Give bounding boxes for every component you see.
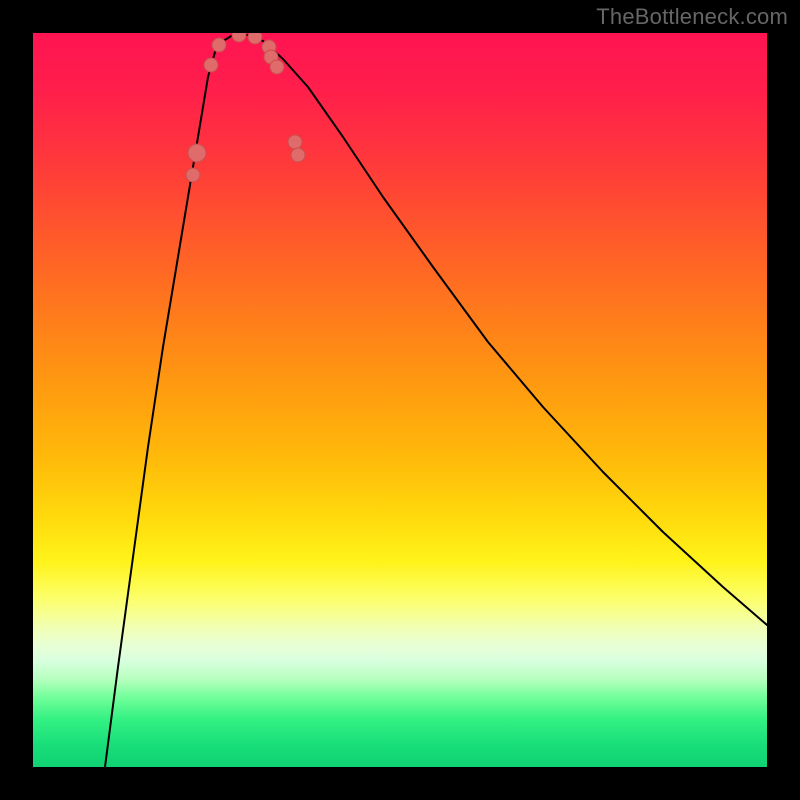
curve-marker xyxy=(232,33,246,42)
watermark-text: TheBottleneck.com xyxy=(596,4,788,30)
curve-marker xyxy=(248,33,262,44)
curve-marker xyxy=(288,135,302,149)
curve-marker xyxy=(270,60,284,74)
curve-marker xyxy=(212,38,226,52)
curve-marker xyxy=(188,144,206,162)
curve-marker xyxy=(186,168,200,182)
curve-marker xyxy=(291,148,305,162)
chart-canvas: TheBottleneck.com xyxy=(0,0,800,800)
bottleneck-curve xyxy=(105,35,767,767)
curve-layer xyxy=(33,33,767,767)
curve-marker xyxy=(204,58,218,72)
plot-area xyxy=(33,33,767,767)
